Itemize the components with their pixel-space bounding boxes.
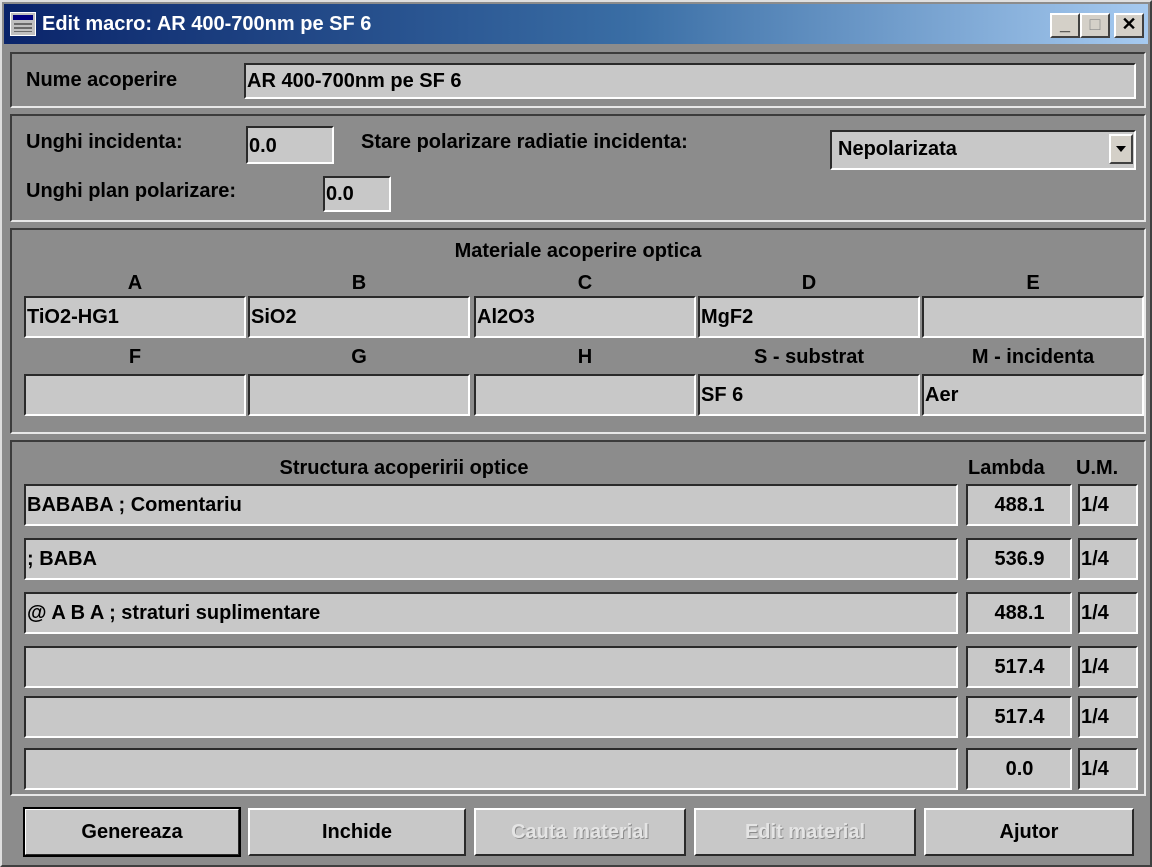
chevron-down-icon[interactable] bbox=[1109, 134, 1133, 164]
minimize-button[interactable]: _ bbox=[1050, 13, 1080, 38]
material-c-input[interactable]: Al2O3 bbox=[474, 296, 696, 338]
maximize-button[interactable]: □ bbox=[1080, 13, 1110, 38]
incidence-panel: Unghi incidenta: 0.0 Stare polarizare ra… bbox=[10, 114, 1146, 222]
coating-name-panel: Nume acoperire AR 400-700nm pe SF 6 bbox=[10, 52, 1146, 108]
material-header-d: D bbox=[801, 272, 817, 294]
substrate-input[interactable]: SF 6 bbox=[698, 374, 920, 416]
lambda-row-5-input[interactable]: 517.4 bbox=[966, 696, 1072, 738]
material-a-input[interactable]: TiO2-HG1 bbox=[24, 296, 246, 338]
app-window-icon[interactable] bbox=[10, 12, 36, 36]
material-header-b: B bbox=[351, 272, 367, 294]
unit-row-2-input[interactable]: 1/4 bbox=[1078, 538, 1138, 580]
polarization-state-value: Nepolarizata bbox=[838, 138, 957, 160]
unit-row-1-input[interactable]: 1/4 bbox=[1078, 484, 1138, 526]
unit-row-5-input[interactable]: 1/4 bbox=[1078, 696, 1138, 738]
unit-row-4-input[interactable]: 1/4 bbox=[1078, 646, 1138, 688]
coating-name-label: Nume acoperire bbox=[26, 69, 178, 91]
material-h-input[interactable] bbox=[474, 374, 696, 416]
edit-material-button: Edit material bbox=[694, 808, 916, 856]
edit-macro-window: Edit macro: AR 400-700nm pe SF 6 _ □ ✕ N… bbox=[0, 0, 1152, 867]
unit-row-3-input[interactable]: 1/4 bbox=[1078, 592, 1138, 634]
structure-row-4-input[interactable] bbox=[24, 646, 958, 688]
material-header-h: H bbox=[577, 346, 593, 368]
window-title: Edit macro: AR 400-700nm pe SF 6 bbox=[42, 13, 372, 35]
help-button[interactable]: Ajutor bbox=[924, 808, 1134, 856]
lambda-row-4-input[interactable]: 517.4 bbox=[966, 646, 1072, 688]
incidence-angle-label: Unghi incidenta: bbox=[26, 131, 183, 153]
coating-name-input[interactable]: AR 400-700nm pe SF 6 bbox=[244, 63, 1136, 99]
lambda-row-6-input[interactable]: 0.0 bbox=[966, 748, 1072, 790]
lambda-row-2-input[interactable]: 536.9 bbox=[966, 538, 1072, 580]
close-window-button[interactable]: ✕ bbox=[1114, 13, 1144, 38]
material-e-input[interactable] bbox=[922, 296, 1144, 338]
incidence-medium-input[interactable]: Aer bbox=[922, 374, 1144, 416]
lambda-row-1-input[interactable]: 488.1 bbox=[966, 484, 1072, 526]
structure-row-6-input[interactable] bbox=[24, 748, 958, 790]
substrate-header: S - substrat bbox=[753, 346, 865, 368]
title-bar[interactable]: Edit macro: AR 400-700nm pe SF 6 _ □ ✕ bbox=[4, 4, 1148, 44]
close-button[interactable]: Inchide bbox=[248, 808, 466, 856]
material-g-input[interactable] bbox=[248, 374, 470, 416]
polarization-state-label: Stare polarizare radiatie incidenta: bbox=[361, 131, 688, 153]
materials-title: Materiale acoperire optica bbox=[454, 240, 702, 262]
structure-title: Structura acoperirii optice bbox=[279, 457, 529, 479]
structure-row-3-input[interactable]: @ A B A ; straturi suplimentare bbox=[24, 592, 958, 634]
find-material-button: Cauta material bbox=[474, 808, 686, 856]
material-header-f: F bbox=[128, 346, 142, 368]
material-f-input[interactable] bbox=[24, 374, 246, 416]
unit-row-6-input[interactable]: 1/4 bbox=[1078, 748, 1138, 790]
incidence-medium-header: M - incidenta bbox=[971, 346, 1095, 368]
materials-panel: Materiale acoperire optica A B C D E TiO… bbox=[10, 228, 1146, 434]
structure-row-2-input[interactable]: ; BABA bbox=[24, 538, 958, 580]
material-header-a: A bbox=[127, 272, 143, 294]
material-header-g: G bbox=[351, 346, 367, 368]
material-d-input[interactable]: MgF2 bbox=[698, 296, 920, 338]
structure-panel: Structura acoperirii optice Lambda U.M. … bbox=[10, 440, 1146, 796]
incidence-angle-input[interactable]: 0.0 bbox=[246, 126, 334, 164]
generate-button[interactable]: Genereaza bbox=[23, 807, 241, 857]
material-b-input[interactable]: SiO2 bbox=[248, 296, 470, 338]
structure-row-1-input[interactable]: BABABA ; Comentariu bbox=[24, 484, 958, 526]
polarization-plane-angle-label: Unghi plan polarizare: bbox=[26, 180, 237, 202]
material-header-e: E bbox=[1026, 272, 1040, 294]
unit-column-header: U.M. bbox=[1076, 457, 1119, 479]
structure-row-5-input[interactable] bbox=[24, 696, 958, 738]
polarization-plane-angle-input[interactable]: 0.0 bbox=[323, 176, 391, 212]
polarization-state-select[interactable]: Nepolarizata bbox=[830, 130, 1136, 170]
lambda-row-3-input[interactable]: 488.1 bbox=[966, 592, 1072, 634]
lambda-column-header: Lambda bbox=[968, 457, 1045, 479]
material-header-c: C bbox=[577, 272, 593, 294]
